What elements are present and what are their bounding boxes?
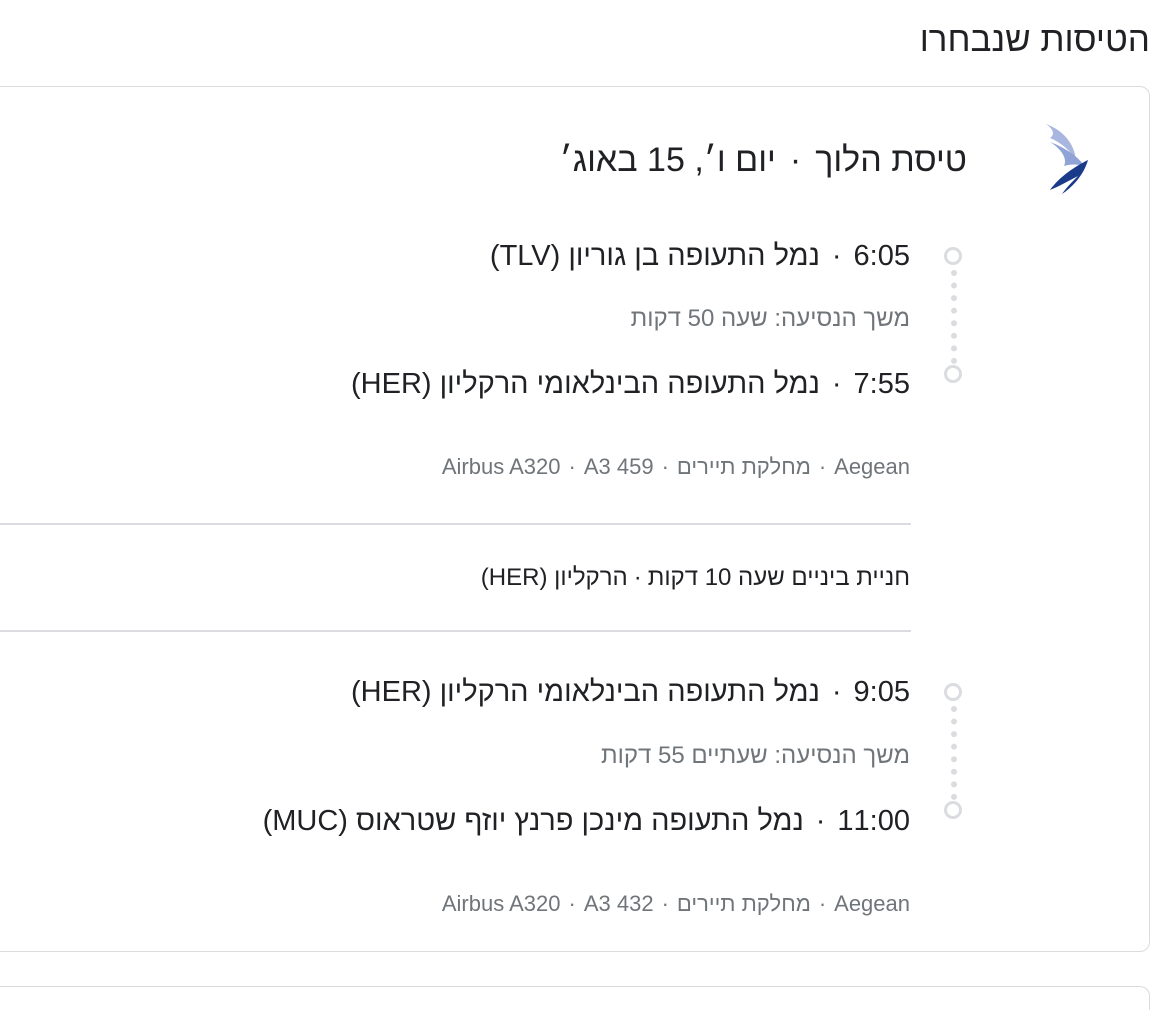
- timeline-departure-circle: [944, 683, 962, 701]
- separator-dot: ·: [815, 805, 826, 837]
- segment-2-departure: 9:05 · נמל התעופה הבינלאומי הרקליון (HER): [351, 673, 910, 711]
- trip-label: טיסת הלוך: [815, 141, 967, 179]
- departure-airport: נמל התעופה הבינלאומי הרקליון (HER): [351, 676, 820, 708]
- trip-date: יום ו׳, 15 באוג׳: [559, 141, 776, 179]
- segment-1-flight-details: Aegean·מחלקת תיירים·Airbus A320 · A3 459: [441, 454, 910, 479]
- arrival-airport: נמל התעופה מינכן פרנץ יוזף שטראוס (MUC): [262, 805, 804, 837]
- airline-name: Aegean: [834, 891, 910, 916]
- next-card: [0, 986, 1150, 1010]
- segment-2-arrival: 11:00 · נמל התעופה מינכן פרנץ יוזף שטראוס …: [263, 802, 910, 840]
- section-title: הטיסות שנבחרו: [919, 20, 1150, 59]
- trip-header: טיסת הלוך · יום ו׳, 15 באוג׳: [560, 138, 967, 182]
- aircraft-type: Airbus A320: [441, 454, 561, 479]
- separator-dot: ·: [831, 368, 842, 400]
- timeline-dotted-line: [951, 706, 957, 800]
- airline-name: Aegean: [834, 454, 910, 479]
- separator-dot: ·: [831, 240, 842, 272]
- flight-number: A3 459: [583, 454, 654, 479]
- timeline-arrival-circle: [944, 365, 962, 383]
- arrival-time: 11:00: [837, 805, 910, 837]
- layover-duration: חניית ביניים שעה 10 דקות: [647, 564, 910, 591]
- separator-dot: ·: [831, 676, 842, 708]
- timeline-dotted-line: [951, 270, 957, 364]
- segment-2-duration: משך הנסיעה: שעתיים 55 דקות: [601, 742, 910, 769]
- segment-1-arrival: 7:55 · נמל התעופה הבינלאומי הרקליון (HER): [351, 365, 910, 403]
- separator-dot: ·: [633, 564, 642, 591]
- layover-info: חניית ביניים שעה 10 דקות·הרקליון (HER): [481, 562, 910, 594]
- timeline-departure-circle: [944, 247, 962, 265]
- separator-dot: ·: [789, 141, 802, 179]
- flight-number: A3 432: [583, 891, 654, 916]
- departure-airport: נמל התעופה בן גוריון (TLV): [489, 240, 820, 272]
- departure-time: 9:05: [853, 676, 910, 708]
- arrival-time: 7:55: [853, 368, 910, 400]
- segment-2-flight-details: Aegean·מחלקת תיירים·Airbus A320 · A3 432: [441, 891, 910, 916]
- cabin-class: מחלקת תיירים: [676, 891, 811, 916]
- timeline-arrival-circle: [944, 801, 962, 819]
- aegean-logo-icon: [1046, 124, 1088, 194]
- aircraft-type: Airbus A320: [441, 891, 561, 916]
- layover-location: הרקליון (HER): [480, 564, 628, 591]
- cabin-class: מחלקת תיירים: [676, 454, 811, 479]
- departure-time: 6:05: [853, 240, 910, 272]
- segment-1-departure: 6:05 · נמל התעופה בן גוריון (TLV): [490, 237, 910, 275]
- divider: [0, 523, 911, 525]
- segment-1-duration: משך הנסיעה: שעה 50 דקות: [630, 305, 910, 332]
- divider: [0, 630, 911, 632]
- arrival-airport: נמל התעופה הבינלאומי הרקליון (HER): [351, 368, 820, 400]
